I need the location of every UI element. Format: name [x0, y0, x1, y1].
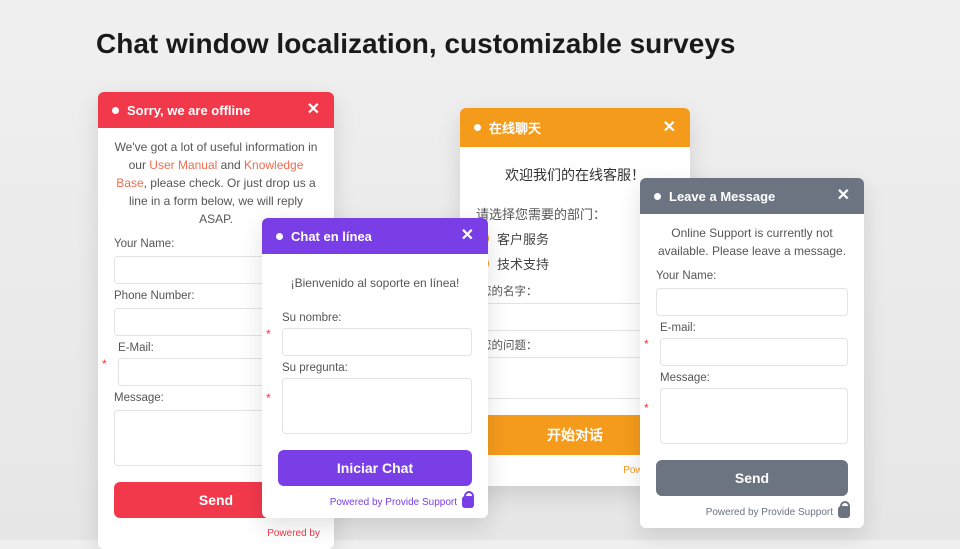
- intro-text: ¡Bienvenido al soporte en línea!: [278, 264, 472, 302]
- required-star-icon: *: [644, 401, 652, 415]
- message-label: Message:: [660, 372, 848, 384]
- status-dot-icon: [276, 233, 283, 240]
- intro-text: Online Support is currently not availabl…: [656, 224, 848, 260]
- chat-window-online-es: Chat en línea ✕ ¡Bienvenido al soporte e…: [262, 218, 488, 518]
- radio-label: 客户服务: [497, 229, 549, 248]
- your-name-input[interactable]: [656, 288, 848, 316]
- close-icon[interactable]: ✕: [461, 228, 474, 244]
- chat-title: Sorry, we are offline: [127, 103, 250, 118]
- chat-header: Leave a Message ✕: [640, 178, 864, 214]
- required-star-icon: *: [266, 327, 274, 341]
- name-input[interactable]: [282, 328, 472, 356]
- chat-title: Leave a Message: [669, 189, 775, 204]
- close-icon[interactable]: ✕: [663, 120, 676, 136]
- question-textarea[interactable]: [282, 378, 472, 434]
- required-star-icon: *: [644, 337, 652, 351]
- close-icon[interactable]: ✕: [837, 188, 850, 204]
- footer: Powered by: [98, 528, 334, 549]
- email-label: E-mail:: [660, 322, 848, 334]
- required-star-icon: *: [102, 357, 110, 371]
- status-dot-icon: [474, 124, 481, 131]
- lock-icon: [462, 496, 474, 508]
- required-star-icon: *: [266, 391, 274, 405]
- email-input[interactable]: [660, 338, 848, 366]
- name-label: Su nombre:: [282, 312, 472, 324]
- intro-text: We've got a lot of useful information in…: [114, 138, 318, 228]
- your-name-label: Your Name:: [656, 270, 848, 282]
- chat-title: Chat en línea: [291, 229, 372, 244]
- chat-title: 在线聊天: [489, 118, 541, 137]
- footer: Powered by Provide Support: [262, 496, 488, 518]
- chat-window-leave-message: Leave a Message ✕ Online Support is curr…: [640, 178, 864, 528]
- page-title: Chat window localization, customizable s…: [96, 28, 735, 60]
- chat-header: Chat en línea ✕: [262, 218, 488, 254]
- status-dot-icon: [654, 193, 661, 200]
- start-chat-button[interactable]: Iniciar Chat: [278, 450, 472, 486]
- status-dot-icon: [112, 107, 119, 114]
- send-button[interactable]: Send: [656, 460, 848, 496]
- radio-label: 技术支持: [497, 254, 549, 273]
- user-manual-link[interactable]: User Manual: [149, 158, 217, 172]
- footer: Powered by Provide Support: [640, 506, 864, 528]
- lock-icon: [838, 506, 850, 518]
- close-icon[interactable]: ✕: [307, 102, 320, 118]
- chat-header: Sorry, we are offline ✕: [98, 92, 334, 128]
- question-label: Su pregunta:: [282, 362, 472, 374]
- message-textarea[interactable]: [660, 388, 848, 444]
- chat-header: 在线聊天 ✕: [460, 108, 690, 147]
